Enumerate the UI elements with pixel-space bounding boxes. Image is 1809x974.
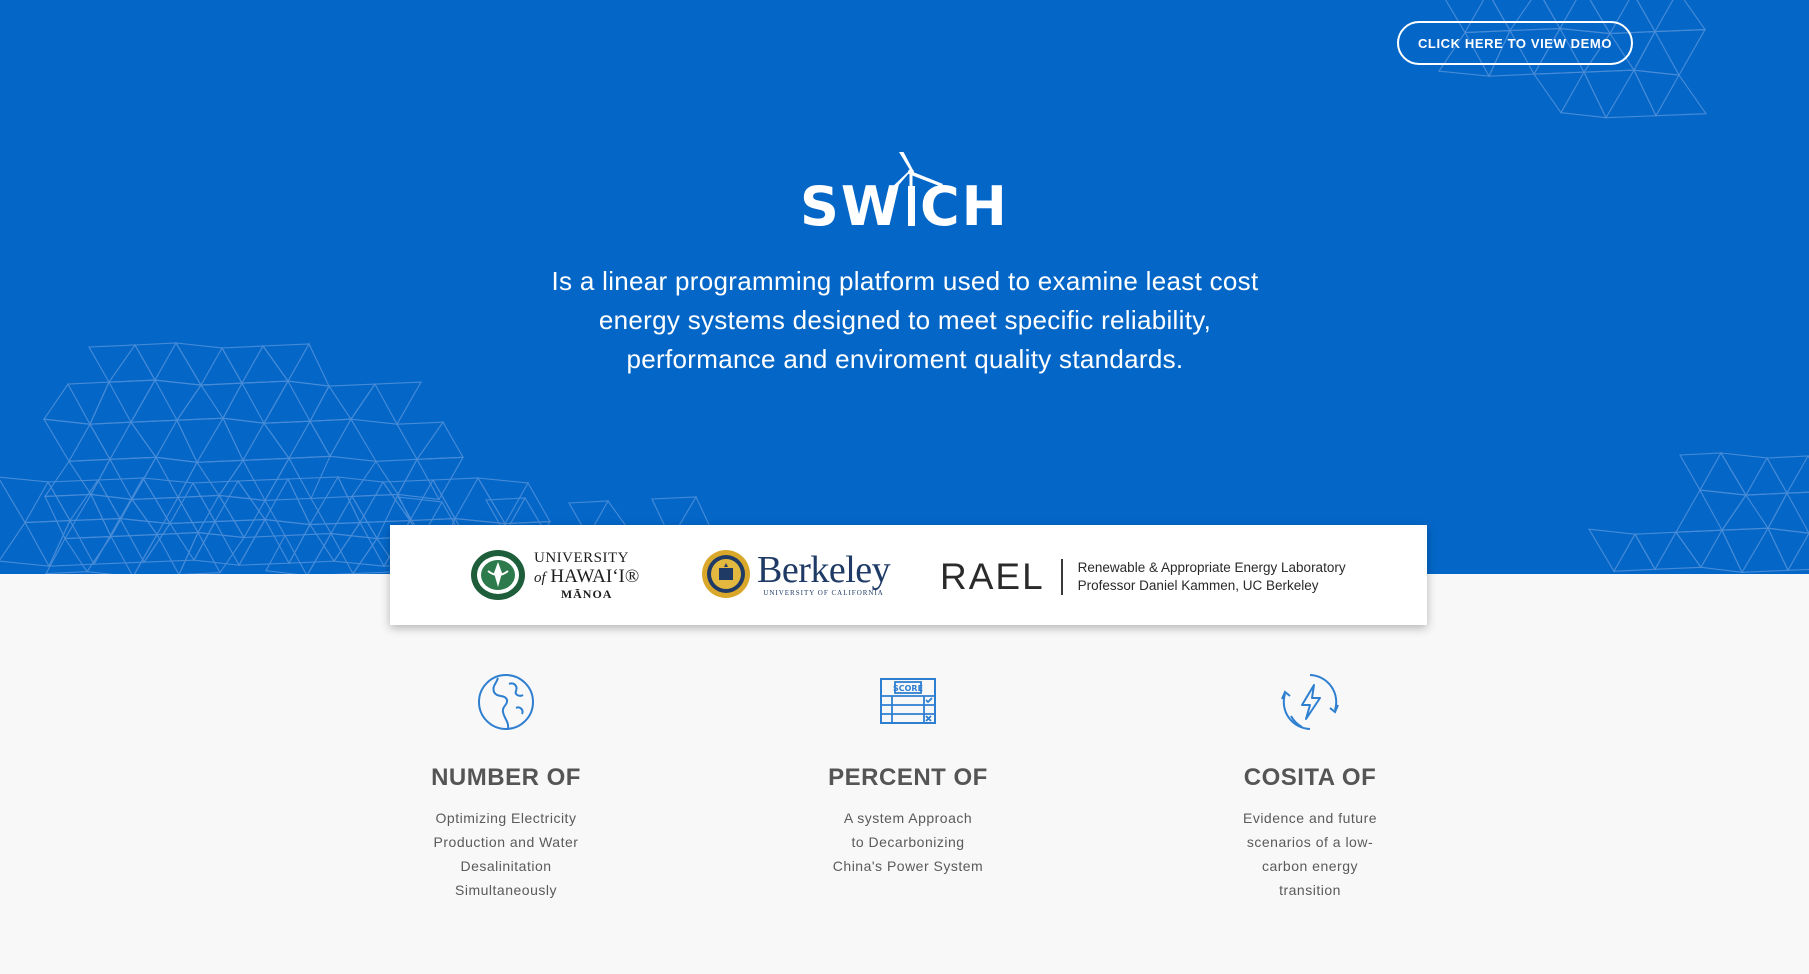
mesh-triangle [192,479,267,523]
mesh-triangle [177,494,246,539]
globe-icon [478,674,534,730]
uh-line-manoa: MĀNOA [560,586,613,601]
feature-description: A system Approach to Decarbonizing China… [798,806,1018,878]
hero-tagline: Is a linear programming platform used to… [530,262,1280,379]
score-label: SCORE [893,684,923,693]
mesh-triangle [89,421,158,461]
switch-logo: SW CH [800,152,1007,232]
mesh-triangle [174,342,243,387]
tagline-line: energy systems designed to meet specific… [598,305,1212,335]
desc-line: Desalinitation [460,858,552,874]
mesh-triangle [310,495,379,540]
feature-title: PERCENT OF [828,764,988,791]
rael-acronym: RAEL [940,556,1045,597]
feature-card: COSITA OF Evidence and future scenarios … [1200,672,1420,898]
mesh-triangle [396,421,464,461]
desc-line: A system Approach [843,810,973,826]
partner-logos-bar: UNIVERSITY of HAWAIʻI® MĀNOA Berkeley UN… [390,525,1427,625]
view-demo-button[interactable]: Click here to view demo [1397,21,1633,65]
tagline-line: performance and enviroment quality stand… [626,344,1184,374]
uh-line-hawaii: HAWAIʻI® [550,565,640,587]
mesh-triangle [309,418,378,462]
mesh-triangle [141,477,216,525]
mesh-triangle [222,417,291,462]
uh-line-university: UNIVERSITY [534,549,629,566]
mesh-triangle [1767,527,1809,572]
uc-berkeley-logo[interactable]: Berkeley UNIVERSITY OF CALIFORNIA [701,549,891,599]
mesh-triangle [238,518,311,566]
desc-line: Evidence and future [1242,810,1378,826]
mesh-triangle [1587,528,1656,573]
feature-card: SCORE PERCENT OF A system Approach to De… [798,672,1018,874]
feature-description: Evidence and future scenarios of a low- … [1200,806,1420,902]
mesh-triangle [1679,451,1748,496]
berkeley-wordmark: Berkeley [757,549,891,591]
mesh-triangle [89,379,156,425]
mesh-triangle [1636,0,1707,33]
university-of-hawaii-logo[interactable]: UNIVERSITY of HAWAIʻI® MĀNOA [470,549,639,601]
feature-title: NUMBER OF [431,764,581,791]
mesh-triangle [288,521,362,564]
mesh-triangle [0,476,71,524]
rael-line-1: Renewable & Appropriate Energy Laborator… [1077,560,1346,575]
berkeley-subtitle: UNIVERSITY OF CALIFORNIA [763,589,884,597]
rael-logo[interactable]: RAEL Renewable & Appropriate Energy Labo… [940,556,1346,598]
mesh-triangle [1719,452,1788,497]
mesh-triangle [1767,491,1809,535]
desc-line: to Decarbonizing [851,834,965,850]
rael-line-2: Professor Daniel Kammen, UC Berkeley [1077,578,1319,593]
desc-line: Simultaneously [455,882,557,898]
feature-title: COSITA OF [1243,764,1377,791]
desc-line: China's Power System [832,858,984,874]
berkeley-seal-icon [702,550,750,598]
mesh-triangle [350,381,422,426]
tagline-line: Is a linear programming platform used to… [551,266,1259,296]
mesh-triangle [432,476,507,525]
desc-line: Optimizing Electricity [435,810,577,826]
mesh-triangle [397,456,464,501]
mesh-triangle [309,383,377,422]
mesh-triangle [48,517,121,567]
mesh-triangle [178,531,245,574]
mesh-triangle [263,379,330,424]
mesh-triangle [222,380,289,425]
mesh-triangle [261,342,330,387]
desc-line: Production and Water [433,834,579,850]
mesh-triangle [86,533,158,574]
mesh-triangle [1633,69,1708,117]
desc-line: carbon energy [1261,858,1358,874]
mesh-triangle [221,344,290,385]
hero-section: Click here to view demo SW CH Is a linea… [0,0,1809,574]
feature-card: NUMBER OF Optimizing Electricity Product… [396,672,616,898]
feature-description: Optimizing Electricity Production and Wa… [396,806,616,902]
desc-line: transition [1279,882,1341,898]
svg-text:SW: SW [800,175,902,232]
mesh-triangle [42,418,111,463]
uh-seal-icon [471,550,525,600]
rael-divider [1060,559,1063,595]
mesh-triangle [97,476,172,525]
mesh-triangle [45,535,113,574]
mesh-triangle [1634,531,1703,571]
mesh-triangle [134,341,203,386]
mesh-triangle [1633,28,1706,77]
energy-cycle-icon [1281,674,1339,730]
mesh-triangle [90,493,159,538]
uh-line-of: of [534,569,546,586]
desc-line: scenarios of a low- [1246,834,1374,850]
mesh-triangle [1766,454,1809,495]
scoreboard-icon: SCORE [880,678,936,724]
